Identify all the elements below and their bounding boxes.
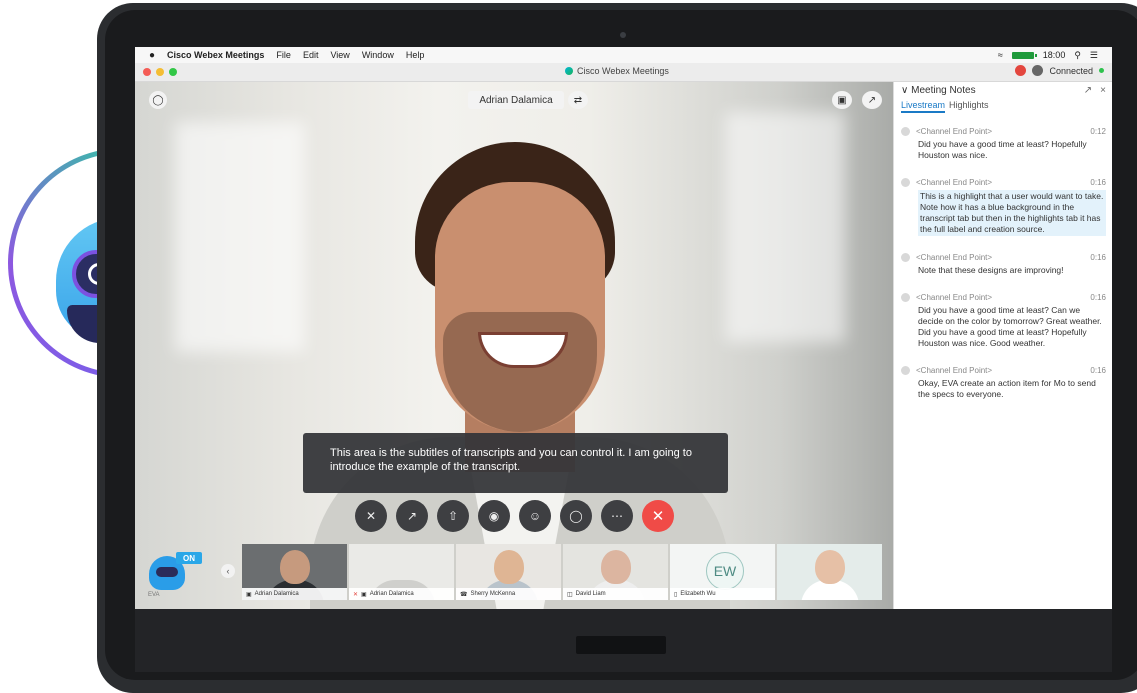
entry-text: Okay, EVA create an action item for Mo t… xyxy=(918,378,1096,399)
subtitle-box[interactable]: This area is the subtitles of transcript… xyxy=(303,433,728,493)
settings-icon[interactable] xyxy=(1032,65,1044,76)
close-icon[interactable]: × xyxy=(1100,85,1106,96)
menu-file[interactable]: File xyxy=(276,50,291,60)
webex-logo-icon xyxy=(565,67,573,75)
tab-livestream[interactable]: Livestream xyxy=(901,100,946,113)
device-icon: ▯ xyxy=(674,591,678,598)
entry-speaker: <Channel End Point> xyxy=(916,366,993,375)
participant-tile[interactable]: ◫ David Liam xyxy=(563,544,668,600)
video-icon: ▣ xyxy=(246,591,252,598)
transcript-entry[interactable]: <Channel End Point> 0:16 Note that these … xyxy=(901,253,1106,276)
mute-icon[interactable]: ✕ xyxy=(355,500,387,532)
participant-tile[interactable]: ▣ Adrian Dalamica xyxy=(242,544,347,600)
transcript-entry-highlighted[interactable]: <Channel End Point> 0:16 This is a highli… xyxy=(901,178,1106,236)
menu-help[interactable]: Help xyxy=(406,50,425,60)
menu-view[interactable]: View xyxy=(330,50,349,60)
avatar xyxy=(901,127,910,136)
tab-highlights[interactable]: Highlights xyxy=(949,100,989,113)
apple-icon[interactable]: ● xyxy=(149,50,155,61)
entry-speaker: <Channel End Point> xyxy=(916,127,993,136)
transcript-entry[interactable]: <Channel End Point> 0:16 Did you have a g… xyxy=(901,293,1106,349)
participant-name: Sherry McKenna xyxy=(470,591,516,597)
connected-dot-icon xyxy=(1099,68,1104,73)
main-video[interactable]: ◯ Adrian Dalamica ⇄ ▣ ↗ This area is the… xyxy=(135,82,893,609)
entry-text: This is a highlight that a user would wa… xyxy=(918,190,1106,236)
notes-title[interactable]: Meeting Notes xyxy=(911,85,975,96)
entry-speaker: <Channel End Point> xyxy=(916,178,993,187)
participant-tile[interactable]: EW ▯ Elizabeth Wu xyxy=(670,544,775,600)
call-controls: ✕ ↗ ⇧ ◉ ☺ ◯ ⋯ ✕ xyxy=(355,500,674,532)
assistant-caption: EVA xyxy=(148,592,160,598)
avatar xyxy=(901,253,910,262)
entry-text: Did you have a good time at least? Can w… xyxy=(918,305,1102,348)
end-call-button[interactable]: ✕ xyxy=(642,500,674,532)
muted-icon: ✕ xyxy=(353,591,359,598)
participant-name: Adrian Dalamica xyxy=(254,591,299,597)
menu-window[interactable]: Window xyxy=(362,50,394,60)
entry-time: 0:16 xyxy=(1090,178,1106,187)
close-window-button[interactable] xyxy=(143,68,151,76)
layout-button[interactable]: ◯ xyxy=(149,91,167,109)
connection-status: Connected xyxy=(1049,65,1093,76)
transcript-entry[interactable]: <Channel End Point> 0:16 Okay, EVA create… xyxy=(901,366,1106,400)
title-bar: Cisco Webex Meetings Connected xyxy=(135,63,1112,82)
participant-tile[interactable] xyxy=(777,544,882,600)
meeting-notes-panel: ∨ Meeting Notes ↗ × Livestream Highlight… xyxy=(893,82,1112,609)
participant-tile[interactable]: ☎ Sherry McKenna xyxy=(456,544,561,600)
share-icon[interactable]: ⇧ xyxy=(437,500,469,532)
entry-time: 0:12 xyxy=(1090,127,1106,136)
window-title: Cisco Webex Meetings xyxy=(577,66,669,76)
avatar xyxy=(901,178,910,187)
entry-text: Did you have a good time at least? Hopef… xyxy=(918,139,1087,160)
minimize-video-icon[interactable]: ▣ xyxy=(832,91,852,109)
headset-icon: ◫ xyxy=(567,591,573,598)
avatar xyxy=(901,293,910,302)
menu-bar: ● Cisco Webex Meetings File Edit View Wi… xyxy=(135,47,1112,63)
recording-icon[interactable] xyxy=(1015,65,1027,76)
camera-icon xyxy=(620,32,626,38)
laptop-notch xyxy=(576,636,666,654)
transcript-list: <Channel End Point> 0:12 Did you have a g… xyxy=(901,127,1106,417)
popout-icon[interactable]: ↗ xyxy=(1084,85,1092,96)
transcript-entry[interactable]: <Channel End Point> 0:12 Did you have a g… xyxy=(901,127,1106,161)
expand-icon[interactable]: ↗ xyxy=(862,91,882,109)
entry-time: 0:16 xyxy=(1090,366,1106,375)
participant-tile[interactable]: ✕ ▣ Adrian Dalamica xyxy=(349,544,454,600)
swap-icon[interactable]: ⇄ xyxy=(568,91,588,109)
video-icon: ▣ xyxy=(361,591,367,598)
entry-speaker: <Channel End Point> xyxy=(916,293,993,302)
chat-icon[interactable]: ◯ xyxy=(560,500,592,532)
participant-name: Elizabeth Wu xyxy=(680,591,716,597)
more-icon[interactable]: ⋯ xyxy=(601,500,633,532)
record-icon[interactable]: ◉ xyxy=(478,500,510,532)
clock[interactable]: 18:00 xyxy=(1043,50,1066,60)
search-icon[interactable]: ⚲ xyxy=(1074,50,1081,61)
participant-name: David Liam xyxy=(575,591,606,597)
menu-app-name[interactable]: Cisco Webex Meetings xyxy=(167,50,264,60)
entry-text: Note that these designs are improving! xyxy=(918,265,1064,275)
wifi-icon[interactable]: ≈ xyxy=(998,50,1003,60)
stop-video-icon[interactable]: ↗ xyxy=(396,500,428,532)
battery-icon[interactable] xyxy=(1011,51,1037,59)
participant-name: Adrian Dalamica xyxy=(369,591,414,597)
screen: ● Cisco Webex Meetings File Edit View Wi… xyxy=(135,47,1112,609)
participant-initials: EW xyxy=(706,552,744,590)
speaker-name-tag[interactable]: Adrian Dalamica xyxy=(468,91,564,109)
entry-time: 0:16 xyxy=(1090,253,1106,262)
entry-time: 0:16 xyxy=(1090,293,1106,302)
maximize-window-button[interactable] xyxy=(169,68,177,76)
minimize-window-button[interactable] xyxy=(156,68,164,76)
phone-icon: ☎ xyxy=(460,591,468,598)
entry-speaker: <Channel End Point> xyxy=(916,253,993,262)
avatar xyxy=(901,366,910,375)
background-window xyxy=(725,112,845,342)
menu-list-icon[interactable]: ☰ xyxy=(1090,50,1098,61)
participants-icon[interactable]: ☺ xyxy=(519,500,551,532)
filmstrip: ▣ Adrian Dalamica ✕ ▣ Adrian Dalamica ☎ Sher… xyxy=(242,544,882,600)
collapse-chevron-icon[interactable]: ∨ xyxy=(901,85,908,96)
filmstrip-prev-icon[interactable]: ‹ xyxy=(221,564,235,578)
menu-edit[interactable]: Edit xyxy=(303,50,319,60)
background-window xyxy=(175,122,305,352)
assistant-on-badge[interactable]: ON xyxy=(176,552,202,564)
